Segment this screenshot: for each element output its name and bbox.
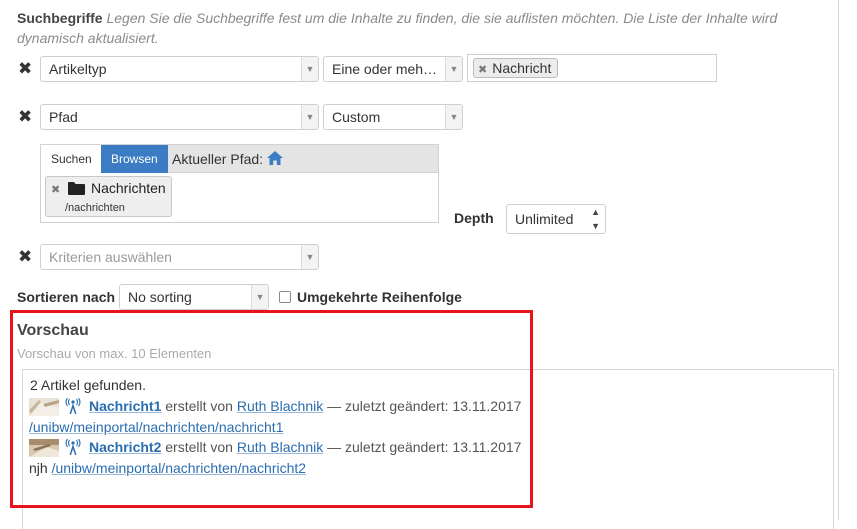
remove-token-icon[interactable]: ✖ [478,64,487,76]
reverse-order-checkbox[interactable] [279,291,291,303]
criteria-operator-select[interactable]: Custom ▼ [323,104,463,130]
reverse-order-label[interactable]: Umgekehrte Reihenfolge [297,289,462,305]
new-criteria-select[interactable]: Kriterien auswählen ▼ [40,244,319,270]
remove-criteria-icon[interactable]: ✖ [18,248,32,266]
depth-label: Depth [454,210,494,226]
spin-arrows-icon: ▲ ▼ [591,207,600,231]
dropdown-arrow-icon: ▼ [301,57,318,81]
criteria-operator-value: Custom [332,109,381,125]
dropdown-arrow-icon: ▼ [445,57,462,81]
dropdown-arrow-icon: ▼ [301,105,318,129]
remove-criteria-icon[interactable]: ✖ [18,60,32,78]
frame-border [838,0,839,520]
search-terms-help: Suchbegriffe Legen Sie die Suchbegriffe … [17,8,837,48]
dropdown-arrow-icon: ▼ [251,285,268,309]
criteria-field-value: Pfad [49,109,78,125]
tab-search[interactable]: Suchen [41,145,103,174]
current-path: Aktueller Pfad: [172,145,283,173]
folder-icon [68,182,85,195]
dropdown-arrow-icon: ▼ [445,105,462,129]
new-criteria-placeholder: Kriterien auswählen [49,249,172,265]
highlight-frame [10,310,533,508]
sort-select[interactable]: No sorting ▼ [119,284,269,310]
depth-value: Unlimited [515,211,574,227]
selected-type-token: ✖ Nachricht [473,58,559,78]
search-terms-description: Legen Sie die Suchbegriffe fest um die I… [17,10,778,46]
search-terms-label: Suchbegriffe [17,10,103,26]
dropdown-arrow-icon: ▼ [301,245,318,269]
path-browser-header: Suchen Browsen Aktueller Pfad: [40,144,439,174]
selected-folder-path: /nachrichten [65,202,125,214]
sort-label: Sortieren nach [17,289,116,305]
token-label: Nachricht [492,60,552,76]
criteria-field-value: Artikeltyp [49,61,107,77]
remove-path-icon[interactable]: ✖ [51,183,60,196]
path-selection-area: ✖ Nachrichten /nachrichten [40,173,439,223]
criteria-field-select[interactable]: Artikeltyp ▼ [40,56,319,82]
home-icon[interactable] [266,151,283,165]
criteria-operator-select[interactable]: Eine oder meh… ▼ [323,56,463,82]
depth-select[interactable]: Unlimited ▲ ▼ [506,204,606,234]
tab-browse[interactable]: Browsen [101,145,168,174]
criteria-field-select[interactable]: Pfad ▼ [40,104,319,130]
selected-folder-name: Nachrichten [91,180,166,196]
sort-value: No sorting [128,289,192,305]
criteria-operator-value: Eine oder meh… [332,61,438,77]
remove-criteria-icon[interactable]: ✖ [18,108,32,126]
criteria-value-input[interactable]: ✖ Nachricht [467,54,717,82]
current-path-label: Aktueller Pfad: [172,151,264,167]
selected-path-token: ✖ Nachrichten /nachrichten [45,176,172,217]
